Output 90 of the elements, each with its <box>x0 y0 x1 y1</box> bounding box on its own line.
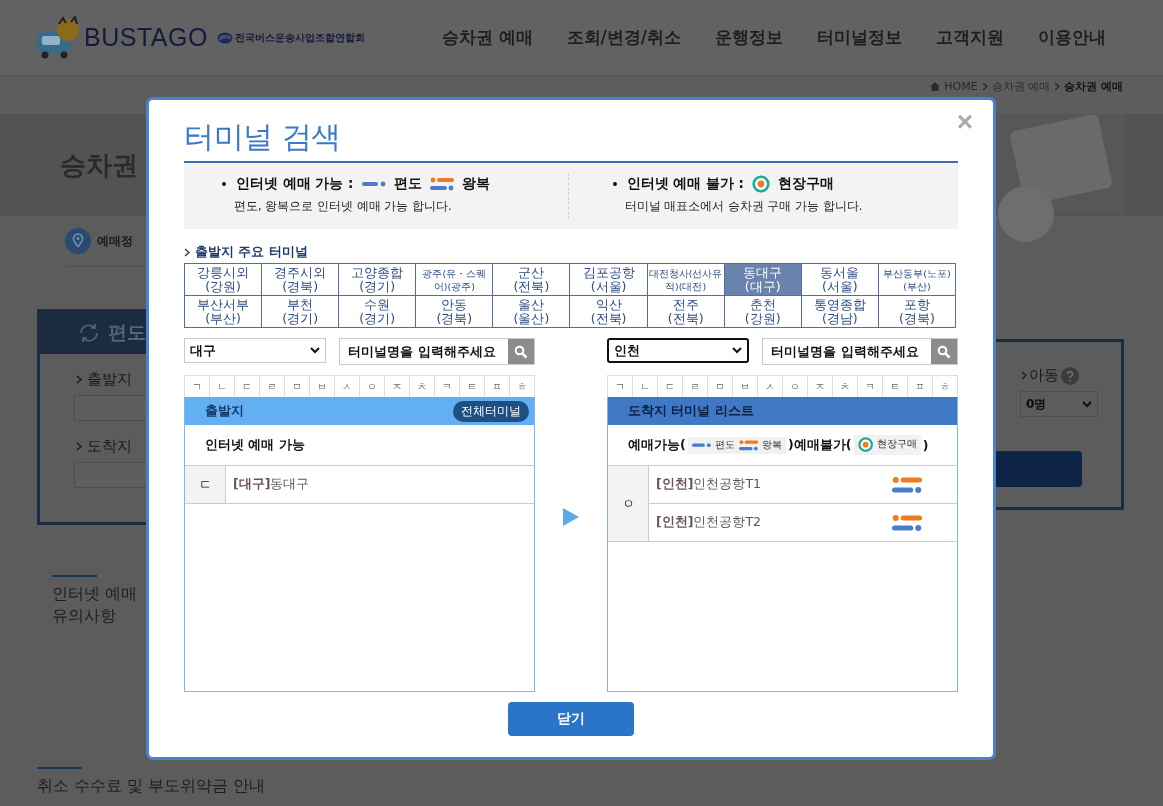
terminal-list-item[interactable]: [인천]인천공항T1 <box>649 466 957 504</box>
caret-icon <box>1082 400 1092 408</box>
bus-mascot-icon <box>35 15 81 60</box>
legend-note: 편도, 왕복으로 인터넷 예매 가능 합니다. <box>234 199 453 214</box>
caret-icon <box>732 347 742 354</box>
region-select[interactable]: 인천 <box>607 338 749 363</box>
terminal-list-item[interactable]: [대구]동대구 <box>226 466 534 503</box>
group-title: 인터넷 예매 가능 <box>205 436 305 454</box>
field-label: 아동 <box>1029 366 1059 385</box>
terminal-button[interactable]: 수원 (경기) <box>339 296 417 328</box>
terminal-button[interactable]: 부산동부(노포) (부산) <box>878 264 956 296</box>
legend-label: 인터넷 예매 가능 : <box>236 175 354 193</box>
play-arrow-icon <box>563 508 579 526</box>
terminal-button[interactable]: 고양종합 (경기) <box>339 264 417 296</box>
terminal-input-field[interactable] <box>74 395 146 421</box>
onsite-icon <box>857 437 873 453</box>
legend-label: 인터넷 예매 불가 : <box>626 175 744 193</box>
refresh-icon <box>78 323 100 343</box>
location-pin-icon <box>65 228 91 254</box>
legend-label: 왕복 <box>461 175 490 193</box>
onsite-icon <box>752 175 770 193</box>
legend-label: 예매가능( <box>628 436 686 454</box>
search-icon <box>937 344 951 359</box>
round-trip-icon <box>892 474 922 495</box>
terminal-button[interactable]: 군산 (전북) <box>493 264 571 296</box>
terminal-button[interactable]: 김포공항 (서울) <box>570 264 648 296</box>
region-select[interactable]: 대구 <box>184 338 326 363</box>
help-icon <box>1061 366 1079 385</box>
index-letter: ㄷ <box>198 475 212 494</box>
search-field[interactable]: 터미널명을 입력해주세요 <box>339 338 535 365</box>
chevron-icon <box>981 81 988 91</box>
round-trip-icon <box>429 176 454 192</box>
terminal-button[interactable]: 안동 (경북) <box>416 296 494 328</box>
legend-note: 터미널 매표소에서 승차권 구매 가능 합니다. <box>624 199 864 214</box>
chevron-icon <box>76 442 82 451</box>
caret-icon <box>310 347 320 354</box>
round-trip-icon <box>892 512 922 533</box>
logo-text: BUSTAGO <box>84 23 208 52</box>
field-label: 도착지 <box>87 437 132 456</box>
section-heading: 출발지 주요 터미널 <box>195 244 308 261</box>
terminal-button[interactable]: 동대구 (대구) <box>724 264 802 296</box>
terminal-button[interactable]: 경주시외 (경북) <box>262 264 340 296</box>
legend-label: )예매불가( <box>788 436 852 454</box>
chevron-icon <box>76 375 82 384</box>
one-way-icon <box>691 441 711 449</box>
home-icon <box>930 81 941 91</box>
terminal-button[interactable]: 익산 (전북) <box>570 296 648 328</box>
all-terminals-button[interactable]: 전체터미널 <box>453 400 529 422</box>
round-trip-icon <box>738 438 759 452</box>
terminal-input-field[interactable] <box>74 462 146 488</box>
section-heading: 취소 수수료 및 부도위약금 안내 <box>37 775 266 797</box>
one-way-icon <box>361 180 386 188</box>
bullet-icon <box>612 182 617 186</box>
terminal-button[interactable]: 대전청사(선사유적)(대전) <box>647 264 725 296</box>
legend-label: 현장구매 <box>876 438 917 452</box>
search-field[interactable]: 터미널명을 입력해주세요 <box>762 338 958 365</box>
search-button[interactable] <box>993 451 1082 487</box>
legend-label: 왕복 <box>762 438 783 452</box>
terminal-button[interactable]: 강릉시외 (강원) <box>185 264 263 296</box>
terminal-button[interactable]: 통영종합 (경남) <box>801 296 879 328</box>
terminal-button[interactable]: 전주 (전북) <box>647 296 725 328</box>
notice-heading: 인터넷 예매 <box>52 583 139 605</box>
terminal-button[interactable]: 동서울 (서울) <box>801 264 879 296</box>
legend-label: 편도 <box>714 438 735 452</box>
notice-heading: 유의사항 <box>52 605 117 627</box>
association-logo-icon <box>216 31 233 44</box>
step-label: 예매정 <box>97 232 133 250</box>
legend-label: ) <box>922 437 929 453</box>
terminal-button[interactable]: 춘천 (강원) <box>724 296 802 328</box>
index-letter: ㅇ <box>621 494 635 513</box>
close-button[interactable]: 닫기 <box>508 702 634 736</box>
search-button[interactable] <box>508 339 534 364</box>
list-title: 도착지 터미널 리스트 <box>628 402 754 420</box>
terminal-button[interactable]: 광주(유・스퀘어)(광주) <box>416 264 494 296</box>
terminal-button[interactable]: 포항 (경북) <box>878 296 956 328</box>
field-label: 출발지 <box>87 370 132 389</box>
terminal-button[interactable]: 부천 (경기) <box>262 296 340 328</box>
chevron-icon <box>1054 81 1061 91</box>
legend-label: 편도 <box>393 175 422 193</box>
chevron-icon <box>1021 371 1027 380</box>
search-icon <box>514 344 528 359</box>
terminal-button[interactable]: 부산서부 (부산) <box>185 296 263 328</box>
list-title: 출발지 <box>205 402 244 420</box>
legend-label: 현장구매 <box>778 175 834 193</box>
search-button[interactable] <box>931 339 957 364</box>
chevron-icon <box>184 248 190 257</box>
bullet-icon <box>222 182 226 186</box>
association-name: 전국버스운송사업조합연합회 <box>234 30 365 45</box>
terminal-list-item[interactable]: [인천]인천공항T2 <box>649 504 957 541</box>
terminal-button[interactable]: 울산 (울산) <box>493 296 571 328</box>
